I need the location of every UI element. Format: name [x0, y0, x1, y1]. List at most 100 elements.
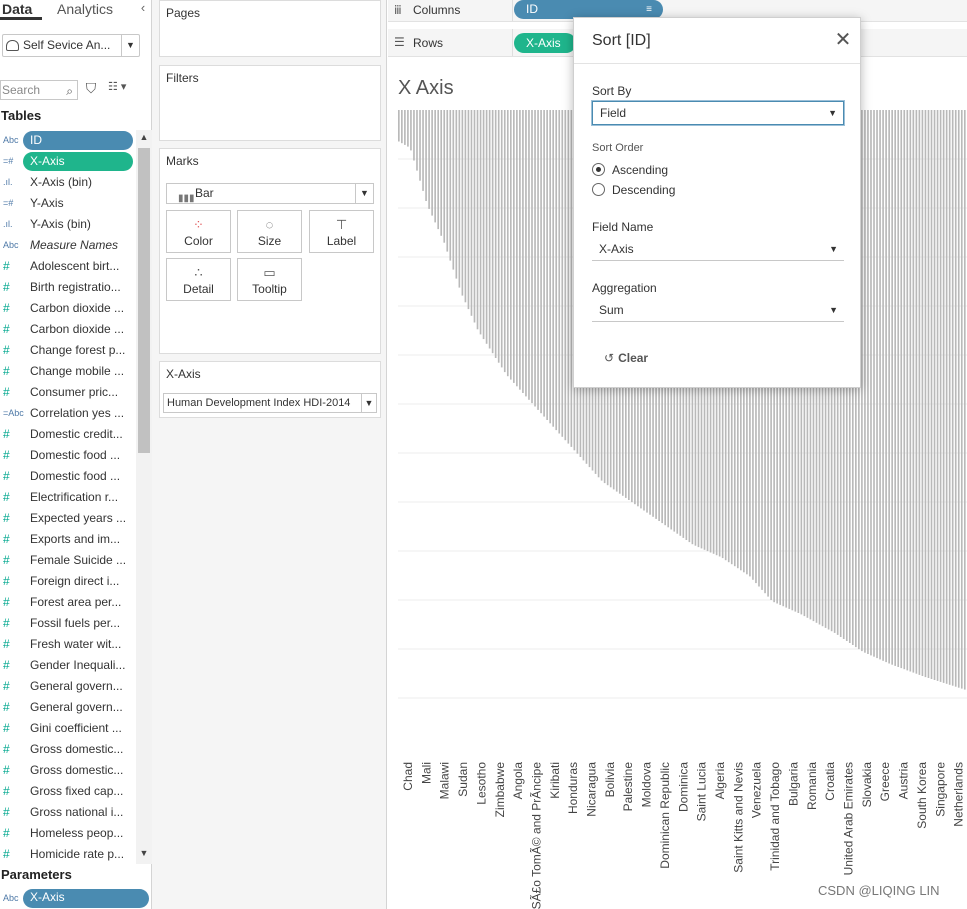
field-item[interactable]: # Adolescent birt... — [0, 256, 136, 277]
chart-bar — [879, 110, 881, 660]
field-name-select[interactable]: X-Axis ▼ — [592, 239, 844, 261]
measure-type-icon: # — [3, 763, 10, 777]
field-item[interactable]: # Gender Inequali... — [0, 655, 136, 676]
field-item[interactable]: .ıl. X-Axis (bin) — [0, 172, 136, 193]
field-item[interactable]: # Homicide rate p... — [0, 844, 136, 865]
field-item[interactable]: # Birth registratio... — [0, 277, 136, 298]
search-icon[interactable]: ⌕ — [66, 82, 73, 100]
scrollbar-thumb[interactable] — [138, 148, 150, 453]
measure-type-icon: # — [3, 427, 10, 441]
pages-shelf[interactable]: Pages — [159, 0, 381, 57]
aggregation-select[interactable]: Sum ▼ — [592, 300, 844, 322]
field-item[interactable]: # Homeless peop... — [0, 823, 136, 844]
search-input[interactable]: Search ⌕ — [0, 80, 78, 100]
field-item[interactable]: =# X-Axis — [0, 151, 136, 172]
bar-chart-icon: ▮▮▮ — [178, 193, 195, 204]
chart-bar — [467, 110, 470, 310]
radio-selected-icon[interactable] — [592, 163, 605, 176]
field-item[interactable]: # Domestic food ... — [0, 445, 136, 466]
chart-bar — [509, 110, 512, 380]
tooltip-button[interactable]: ▭ Tooltip — [237, 258, 302, 301]
field-item[interactable]: # Carbon dioxide ... — [0, 298, 136, 319]
color-button[interactable]: ⁘ Color — [166, 210, 231, 253]
chart-bar — [485, 110, 488, 344]
field-item[interactable]: # Fresh water wit... — [0, 634, 136, 655]
field-item[interactable]: # Domestic credit... — [0, 424, 136, 445]
size-button[interactable]: ◌ Size — [237, 210, 302, 253]
radio-unselected-icon[interactable] — [592, 183, 605, 196]
chart-bar — [470, 110, 473, 316]
marks-title: Marks — [166, 154, 199, 168]
field-item[interactable]: # Domestic food ... — [0, 466, 136, 487]
field-item[interactable]: =Abc Correlation yes ... — [0, 403, 136, 424]
chevron-down-icon[interactable]: ▼ — [829, 300, 838, 320]
field-item[interactable]: # Gini coefficient ... — [0, 718, 136, 739]
scroll-up-icon[interactable]: ▲ — [136, 132, 152, 142]
ascending-radio[interactable]: Ascending — [592, 162, 668, 178]
mark-type-dropdown[interactable]: ▮▮▮ Bar ▼ — [166, 183, 374, 204]
field-item[interactable]: # General govern... — [0, 676, 136, 697]
clear-button[interactable]: ↺ Clear — [604, 351, 648, 365]
chart-bar — [540, 110, 542, 414]
funnel-icon[interactable]: ⛉ — [83, 80, 99, 98]
field-item[interactable]: # Female Suicide ... — [0, 550, 136, 571]
field-label: Birth registratio... — [30, 280, 121, 294]
field-item[interactable]: # Consumer pric... — [0, 382, 136, 403]
category-label: Angola — [511, 762, 525, 800]
field-item[interactable]: # Carbon dioxide ... — [0, 319, 136, 340]
chevron-left-icon[interactable]: ‹ — [136, 0, 150, 18]
field-label: X-Axis — [30, 154, 65, 168]
field-item[interactable]: # Gross fixed cap... — [0, 781, 136, 802]
chart-bar — [891, 110, 893, 665]
field-list: Abc ID =# X-Axis .ıl. X-Axis (bin) =# Y-Axis .ıl… — [0, 130, 136, 866]
field-item[interactable]: # Expected years ... — [0, 508, 136, 529]
sort-by-select[interactable]: Field ▼ — [592, 101, 844, 125]
field-item[interactable]: # Foreign direct i... — [0, 571, 136, 592]
field-item[interactable]: .ıl. Y-Axis (bin) — [0, 214, 136, 235]
measure-type-icon: # — [3, 742, 10, 756]
parameter-control-title: X-Axis — [166, 367, 201, 381]
tab-data[interactable]: Data — [0, 0, 42, 20]
size-label: Size — [257, 234, 282, 248]
close-icon[interactable]: ✕ — [832, 28, 854, 52]
tab-analytics[interactable]: Analytics — [42, 0, 136, 20]
filters-title: Filters — [166, 71, 199, 85]
chevron-down-icon[interactable]: ▼ — [828, 102, 837, 124]
list-view-icon[interactable]: ☷ ▾ — [108, 80, 142, 98]
field-item[interactable]: =# Y-Axis — [0, 193, 136, 214]
scroll-down-icon[interactable]: ▼ — [136, 848, 152, 858]
chevron-down-icon[interactable]: ▼ — [121, 35, 139, 56]
sort-order-label: Sort Order — [592, 142, 644, 154]
field-item[interactable]: # Forest area per... — [0, 592, 136, 613]
field-item[interactable]: Abc Measure Names — [0, 235, 136, 256]
field-label: Domestic food ... — [30, 448, 121, 462]
chevron-down-icon[interactable]: ▼ — [829, 239, 838, 259]
field-item[interactable]: # General govern... — [0, 697, 136, 718]
filters-shelf[interactable]: Filters — [159, 65, 381, 141]
chevron-down-icon[interactable]: ▼ — [361, 394, 376, 412]
measure-type-icon: # — [3, 805, 10, 819]
detail-icon: ∴ — [194, 265, 203, 280]
data-pane: Data Analytics ‹ Self Sevice An... ▼ Sea… — [0, 0, 152, 909]
field-item[interactable]: # Gross domestic... — [0, 760, 136, 781]
field-item[interactable]: # Change mobile ... — [0, 361, 136, 382]
field-item[interactable]: # Fossil fuels per... — [0, 613, 136, 634]
field-item[interactable]: # Exports and im... — [0, 529, 136, 550]
chart-bar — [933, 110, 936, 680]
detail-button[interactable]: ∴ Detail — [166, 258, 231, 301]
dimension-type-icon: Abc — [3, 135, 19, 145]
label-button[interactable]: ⊤ Label — [309, 210, 374, 253]
descending-radio[interactable]: Descending — [592, 182, 675, 198]
datasource-selector[interactable]: Self Sevice An... ▼ — [2, 34, 140, 57]
parameter-select[interactable]: Human Development Index HDI-2014 ▼ — [163, 393, 377, 413]
field-label: Correlation yes ... — [30, 406, 125, 420]
field-item[interactable]: # Gross domestic... — [0, 739, 136, 760]
field-item[interactable]: # Electrification r... — [0, 487, 136, 508]
parameter-x-axis[interactable]: Abc X-Axis — [0, 888, 152, 909]
chart-bar — [452, 110, 455, 270]
field-item[interactable]: # Change forest p... — [0, 340, 136, 361]
field-item[interactable]: Abc ID — [0, 130, 136, 151]
chevron-down-icon[interactable]: ▼ — [355, 184, 373, 203]
rows-pill-x-axis[interactable]: X-Axis — [514, 33, 576, 53]
field-item[interactable]: # Gross national i... — [0, 802, 136, 823]
